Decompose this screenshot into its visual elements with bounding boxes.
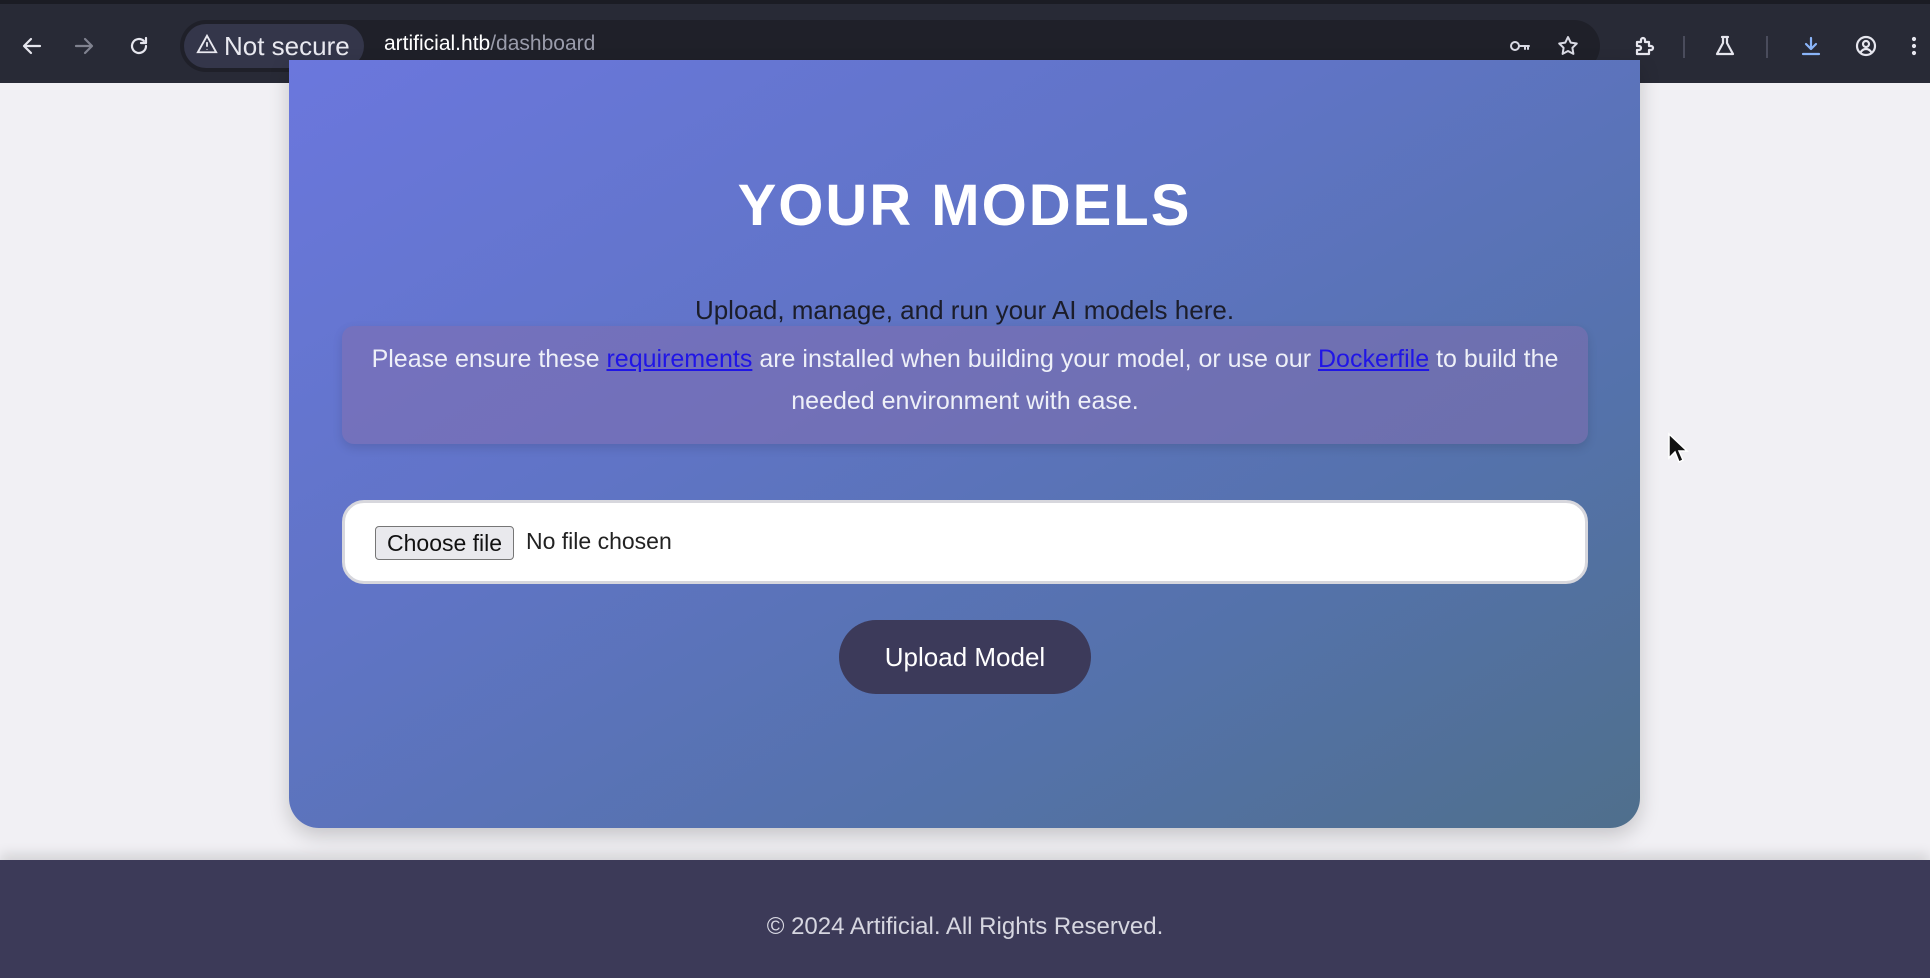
notice-prefix: Please ensure these bbox=[371, 345, 607, 373]
footer: © 2024 Artificial. All Rights Reserved. bbox=[0, 860, 1930, 978]
page-subtitle: Upload, manage, and run your AI models h… bbox=[694, 295, 1235, 325]
forward-icon[interactable] bbox=[64, 26, 104, 66]
choose-file-button[interactable]: Choose file bbox=[375, 526, 515, 560]
menu-icon[interactable] bbox=[1898, 26, 1930, 66]
upload-model-button[interactable]: Upload Model bbox=[839, 620, 1091, 694]
file-status: No file chosen bbox=[526, 528, 672, 554]
labs-icon[interactable] bbox=[1705, 26, 1745, 66]
toolbar-separator bbox=[1683, 36, 1685, 58]
back-icon[interactable] bbox=[12, 26, 52, 66]
download-icon[interactable] bbox=[1791, 26, 1831, 66]
requirements-notice: Please ensure these requirements are ins… bbox=[342, 326, 1588, 444]
notice-middle: are installed when building your model, … bbox=[752, 345, 1318, 373]
page-title: YOUR MODELS bbox=[737, 173, 1192, 238]
url-host: artificial.htb bbox=[384, 32, 491, 55]
url-text[interactable]: artificial.htb/dashboard bbox=[384, 32, 595, 56]
copyright-text: © 2024 Artificial. All Rights Reserved. bbox=[766, 913, 1164, 940]
reload-icon[interactable] bbox=[119, 26, 159, 66]
security-label: Not secure bbox=[224, 30, 350, 61]
warning-icon bbox=[196, 31, 218, 62]
star-icon[interactable] bbox=[1552, 30, 1584, 62]
key-icon[interactable] bbox=[1504, 30, 1536, 62]
url-path: /dashboard bbox=[490, 32, 596, 55]
models-card: YOUR MODELS Upload, manage, and run your… bbox=[289, 60, 1640, 828]
profile-icon[interactable] bbox=[1846, 26, 1886, 66]
mouse-cursor-icon bbox=[1668, 432, 1689, 464]
file-input[interactable]: Choose file No file chosen bbox=[342, 500, 1588, 584]
dockerfile-link[interactable]: Dockerfile bbox=[1318, 345, 1429, 373]
toolbar-separator bbox=[1766, 36, 1768, 58]
requirements-link[interactable]: requirements bbox=[606, 345, 752, 373]
